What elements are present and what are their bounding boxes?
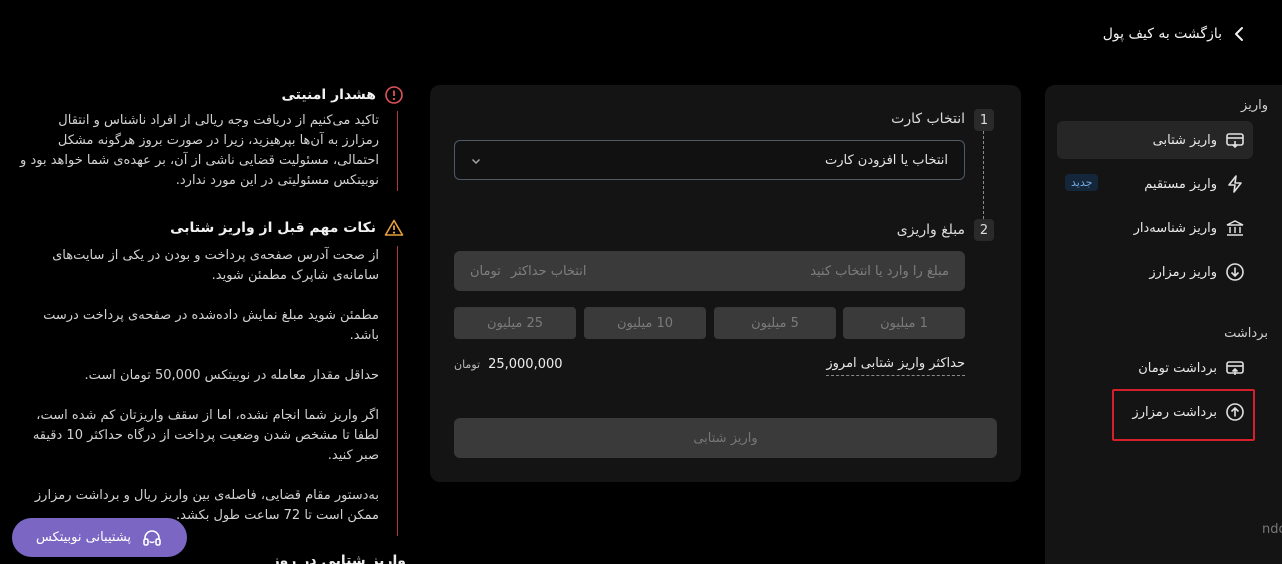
daily-limit-label: حداکثر واریز شتابی امروز xyxy=(826,356,965,376)
card-select[interactable]: انتخاب یا افزودن کارت xyxy=(454,140,965,180)
sidebar-item-label: برداشت رمزارز xyxy=(1132,404,1217,420)
sidebar: واریز واریز شتابی جدید واریز مستقیم واری… xyxy=(1045,85,1282,564)
sidebar-item-shetabi-deposit[interactable]: واریز شتابی xyxy=(1057,121,1253,159)
amount-chip-5m[interactable]: 5 میلیون xyxy=(714,307,836,339)
step-1-number: 1 xyxy=(974,109,994,131)
security-warning-title: هشدار امنیتی xyxy=(281,87,376,103)
daily-limit-value: تومان 25,000,000 xyxy=(454,357,563,372)
tip-item: حداقل مقدار معامله در نوبیتکس 50,000 توم… xyxy=(84,368,379,383)
warning-triangle-icon xyxy=(384,219,404,236)
step-1-title: انتخاب کارت xyxy=(891,111,965,127)
sidebar-item-label: واریز رمزارز xyxy=(1149,264,1217,280)
amount-chip-10m[interactable]: 10 میلیون xyxy=(584,307,706,339)
tip-item: اگر واریز شما انجام نشده، اما از سقف وار… xyxy=(32,408,379,463)
support-button[interactable]: پشتیبانی نوبیتکس xyxy=(12,518,187,557)
select-max-button[interactable]: انتخاب حداکثر تومان xyxy=(470,264,586,279)
max-label: انتخاب حداکثر xyxy=(510,263,587,279)
sidebar-item-id-deposit[interactable]: واریز شناسه‌دار xyxy=(1057,209,1253,247)
amount-input[interactable]: انتخاب حداکثر تومان مبلغ را وارد یا انتخ… xyxy=(454,251,965,291)
amount-placeholder: مبلغ را وارد یا انتخاب کنید xyxy=(810,263,949,279)
amount-chip-1m[interactable]: 1 میلیون xyxy=(843,307,965,339)
amount-chip-25m[interactable]: 25 میلیون xyxy=(454,307,576,339)
sidebar-item-crypto-deposit[interactable]: واریز رمزارز xyxy=(1057,253,1253,291)
security-warning-text: تاکید می‌کنیم از دریافت وجه ریالی از افر… xyxy=(20,113,379,188)
tip-item: مطمئن شوید مبلغ نمایش داده‌شده در صفحه‌ی… xyxy=(43,308,379,343)
bank-icon xyxy=(1226,220,1244,236)
new-badge: جدید xyxy=(1065,174,1099,191)
withdraw-section-title: برداشت xyxy=(1224,326,1268,341)
deposit-tips: نکات مهم قبل از واریز شتابی از صحت آدرس … xyxy=(18,218,410,536)
amount-unit: تومان xyxy=(470,263,501,279)
card-withdraw-icon xyxy=(1226,361,1244,375)
tip-item: از صحت آدرس صفحه‌ی پرداخت و بودن در یکی … xyxy=(52,248,379,283)
chevron-down-icon xyxy=(471,151,481,170)
arrow-down-circle-icon xyxy=(1226,263,1244,281)
deposit-section-title: واریز xyxy=(1241,98,1268,113)
sidebar-item-toman-withdraw[interactable]: برداشت تومان xyxy=(1057,349,1253,387)
sidebar-item-label: واریز مستقیم xyxy=(1144,176,1217,192)
chevron-right-icon xyxy=(1235,27,1243,41)
step-2-number: 2 xyxy=(974,219,994,241)
back-to-wallet-link[interactable]: بازگشت به کیف پول xyxy=(1103,26,1246,42)
headset-icon xyxy=(143,529,161,546)
lightning-icon xyxy=(1228,175,1242,193)
daily-deposit-title: واریز شتابی در روز xyxy=(271,553,406,564)
arrow-up-circle-icon xyxy=(1226,403,1244,421)
security-warning: هشدار امنیتی تاکید می‌کنیم از دریافت وجه… xyxy=(18,85,410,191)
sidebar-item-crypto-withdraw[interactable]: برداشت رمزارز xyxy=(1057,393,1253,431)
sidebar-item-label: واریز شناسه‌دار xyxy=(1133,220,1217,236)
deposit-form-card: 1 انتخاب کارت انتخاب یا افزودن کارت 2 مب… xyxy=(430,85,1021,482)
step-connector xyxy=(983,131,984,219)
daily-limit-amount: 25,000,000 xyxy=(488,357,563,372)
sidebar-item-label: برداشت تومان xyxy=(1138,360,1217,376)
step-2-title: مبلغ واریزی xyxy=(896,222,965,238)
card-deposit-icon xyxy=(1226,133,1244,149)
back-link-label: بازگشت به کیف پول xyxy=(1102,26,1222,42)
sidebar-item-label: واریز شتابی xyxy=(1152,132,1217,148)
card-select-value: انتخاب یا افزودن کارت xyxy=(825,152,948,168)
daily-limit-unit: تومان xyxy=(454,358,481,371)
sidebar-item-direct-deposit[interactable]: جدید واریز مستقیم xyxy=(1057,165,1253,203)
truncated-text: ndo xyxy=(1262,522,1282,537)
tips-title: نکات مهم قبل از واریز شتابی xyxy=(170,220,376,236)
support-label: پشتیبانی نوبیتکس xyxy=(35,530,132,545)
exclamation-circle-icon xyxy=(385,86,403,104)
submit-deposit-button[interactable]: واریز شتابی xyxy=(454,418,997,458)
